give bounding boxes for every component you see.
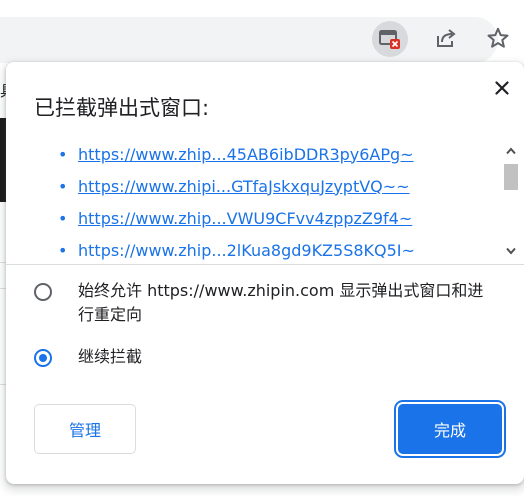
- blocked-url-link[interactable]: https://www.zhip...VWU9CFvv4zppzZ9f4~: [78, 209, 412, 228]
- allow-option[interactable]: 始终允许 https://www.zhipin.com 显示弹出式窗口和进行重定…: [34, 281, 498, 327]
- popup-blocked-dialog: 已拦截弹出式窗口: • https://www.zhip...45AB6ibDD…: [6, 62, 524, 484]
- bullet-icon: •: [58, 240, 68, 260]
- dialog-title: 已拦截弹出式窗口:: [34, 96, 210, 120]
- share-icon: [437, 29, 456, 47]
- bullet-icon: •: [58, 176, 68, 196]
- section-divider: [6, 264, 524, 265]
- scroll-down-button[interactable]: [504, 244, 518, 258]
- blocked-url-list: • https://www.zhip...45AB6ibDDR3py6APg~ …: [6, 138, 500, 262]
- bookmark-star-button[interactable]: [482, 22, 514, 54]
- address-bar[interactable]: [0, 17, 498, 63]
- block-option[interactable]: 继续拦截: [34, 347, 498, 369]
- done-button[interactable]: 完成: [398, 404, 502, 454]
- popup-blocked-button[interactable]: [372, 21, 408, 57]
- bullet-icon: •: [58, 208, 68, 228]
- blocked-url-link[interactable]: https://www.zhip...2lKua8gd9KZ5S8KQ5I~: [78, 241, 415, 260]
- scrollbar-thumb[interactable]: [504, 164, 518, 190]
- blocked-url-item[interactable]: • https://www.zhip...VWU9CFvv4zppzZ9f4~: [58, 206, 412, 230]
- scroll-up-button[interactable]: [504, 144, 518, 158]
- blocked-url-item[interactable]: • https://www.zhip...2lKua8gd9KZ5S8KQ5I~: [58, 238, 415, 262]
- blocked-url-link[interactable]: https://www.zhipi...GTfaJskxquJzyptVQ~~: [78, 177, 410, 196]
- close-button[interactable]: [490, 76, 514, 100]
- allow-radio[interactable]: [34, 283, 52, 301]
- bullet-icon: •: [58, 144, 68, 164]
- block-radio[interactable]: [34, 349, 52, 367]
- chevron-down-icon: [506, 247, 516, 255]
- block-option-label: 继续拦截: [78, 347, 143, 366]
- popup-blocked-icon: [379, 30, 400, 49]
- blocked-url-item[interactable]: • https://www.zhipi...GTfaJskxquJzyptVQ~…: [58, 174, 410, 198]
- url-list-scrollbar[interactable]: [500, 136, 522, 264]
- close-icon: [495, 81, 509, 95]
- browser-toolbar: [0, 0, 524, 63]
- star-icon: [487, 27, 509, 48]
- allow-option-label: 始终允许 https://www.zhipin.com 显示弹出式窗口和进行重定…: [78, 281, 484, 324]
- blocked-url-link[interactable]: https://www.zhip...45AB6ibDDR3py6APg~: [78, 145, 414, 164]
- manage-button[interactable]: 管理: [34, 404, 136, 454]
- blocked-url-item[interactable]: • https://www.zhip...45AB6ibDDR3py6APg~: [58, 142, 414, 166]
- share-button[interactable]: [430, 22, 462, 54]
- chevron-up-icon: [506, 147, 516, 155]
